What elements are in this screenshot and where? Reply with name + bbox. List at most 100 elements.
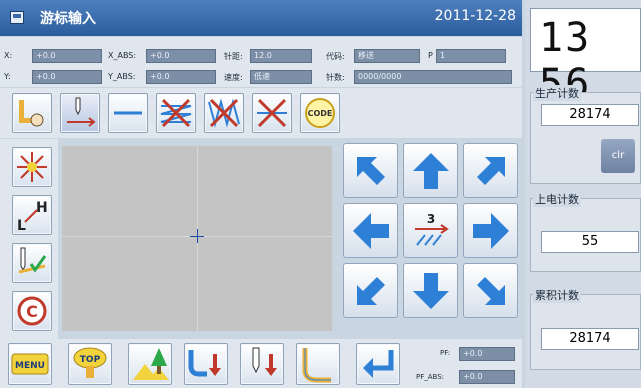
svg-text:L: L (17, 218, 26, 234)
landscape-button[interactable] (128, 343, 172, 385)
p-field[interactable]: 1 (436, 49, 506, 63)
arrow-right-icon (473, 213, 509, 249)
menu-button[interactable]: MENU (8, 343, 52, 385)
move-down-right-button[interactable] (463, 263, 518, 318)
top-button[interactable]: TOP (68, 343, 112, 385)
p-label: P (428, 51, 433, 60)
code-icon: CODE (305, 98, 335, 128)
copyright-button[interactable]: C (12, 291, 52, 331)
yabs-label: Y_ABS: (108, 72, 136, 81)
arrow-down-left-icon (357, 277, 385, 305)
enter-button[interactable] (356, 343, 400, 385)
corner-down-icon (188, 350, 221, 377)
pf-field[interactable]: +0.0 (459, 347, 515, 361)
power-count-value: 55 (541, 231, 639, 253)
hand-input-icon (19, 100, 44, 127)
production-count-group: 生产计数 28174 clr (530, 85, 641, 184)
menu-text: MENU (15, 361, 45, 371)
y-label: Y: (4, 72, 11, 81)
speed-label: 速度: (224, 73, 243, 82)
step-number: 3 (427, 212, 435, 226)
delete-wave-button[interactable] (204, 93, 244, 133)
curve-button[interactable] (296, 343, 340, 385)
pattern-canvas[interactable] (62, 146, 332, 331)
enter-icon (363, 350, 394, 378)
arrow-down-icon (413, 273, 449, 309)
power-count-group: 上电计数 55 (530, 191, 641, 272)
straight-line-button[interactable] (108, 93, 148, 133)
move-up-right-button[interactable] (463, 143, 518, 198)
arrow-left-icon (353, 213, 389, 249)
total-count-group: 累积计数 28174 (530, 287, 641, 370)
move-left-button[interactable] (343, 203, 398, 258)
arrow-up-right-icon (477, 157, 505, 185)
xabs-label: X_ABS: (108, 51, 137, 60)
code-button[interactable]: CODE (300, 93, 340, 133)
arrow-up-icon (413, 153, 449, 189)
move-down-button[interactable] (403, 263, 458, 318)
lh-arrow-icon: L H (17, 200, 48, 234)
svg-text:H: H (36, 200, 48, 216)
date-display: 2011-12-28 (434, 8, 516, 24)
pf-label: PF: (440, 349, 451, 357)
pf-abs-field[interactable]: +0.0 (459, 370, 515, 384)
move-up-button[interactable] (403, 143, 458, 198)
curve-path-icon (302, 348, 331, 383)
xabs-field[interactable]: +0.0 (146, 49, 216, 63)
arrow-down-right-icon (477, 277, 505, 305)
code-label: 代码: (326, 52, 345, 61)
x-label: X: (4, 51, 13, 60)
needle-check-icon (18, 247, 47, 274)
stitch-length-label: 针距: (224, 52, 243, 61)
x-field[interactable]: +0.0 (32, 49, 102, 63)
sew-feed-button[interactable] (60, 93, 100, 133)
toolbar: CODE (0, 88, 522, 138)
needle-position-button[interactable] (12, 243, 52, 283)
needle-feed-icon (67, 97, 96, 127)
cross-zigzag-icon (160, 98, 192, 128)
yabs-field[interactable]: +0.0 (146, 70, 216, 84)
arrow-up-left-icon (357, 157, 385, 185)
step-arrow-icon: 3 (415, 212, 449, 246)
stitch-length-field[interactable]: 12.0 (250, 49, 312, 63)
info-panel: X: +0.0 X_ABS: +0.0 针距: 12.0 代码: 移送 P 1 … (0, 37, 522, 87)
needle-down-button[interactable] (240, 343, 284, 385)
needle-down-icon (252, 347, 277, 376)
top-icon: TOP (73, 347, 107, 378)
total-count-title: 累积计数 (533, 287, 581, 303)
power-count-title: 上电计数 (533, 191, 581, 207)
home-position-button[interactable]: L H (12, 195, 52, 235)
origin-button[interactable] (12, 147, 52, 187)
clock-display: 13 56 (530, 8, 641, 107)
tree-icon (133, 348, 169, 380)
bottom-toolbar: MENU TOP PF: +0.0 PF_ABS: +0.0 (0, 339, 522, 388)
top-text: TOP (80, 355, 101, 365)
manual-input-button[interactable] (12, 93, 52, 133)
window-icon (10, 11, 24, 24)
move-down-left-button[interactable] (343, 263, 398, 318)
cross-lines-icon (257, 98, 287, 128)
delete-zigzag-button[interactable] (156, 93, 196, 133)
stitch-count-label: 针数: (326, 73, 345, 82)
pf-abs-label: PF_ABS: (416, 373, 445, 381)
menu-icon: MENU (11, 353, 49, 375)
move-up-left-button[interactable] (343, 143, 398, 198)
burst-icon (17, 152, 47, 182)
cross-wave-icon (208, 98, 240, 128)
y-field[interactable]: +0.0 (32, 70, 102, 84)
code-field[interactable]: 移送 (354, 49, 420, 63)
clear-button[interactable]: clr (601, 139, 635, 173)
delete-all-button[interactable] (252, 93, 292, 133)
line-icon (114, 111, 142, 115)
counter-panel: 13 56 生产计数 28174 clr 上电计数 55 累积计数 28174 (525, 0, 641, 388)
code-text: CODE (308, 109, 333, 118)
cursor-crosshair-v (197, 229, 198, 243)
title-bar: 游标输入 2011-12-28 (0, 0, 522, 36)
page-title: 游标输入 (40, 11, 96, 27)
move-right-button[interactable] (463, 203, 518, 258)
circle-c-icon: C (17, 296, 47, 326)
speed-field[interactable]: 低速 (250, 70, 312, 84)
corner-down-button[interactable] (184, 343, 228, 385)
step-forward-button[interactable]: 3 (403, 203, 458, 258)
total-count-value: 28174 (541, 328, 639, 350)
